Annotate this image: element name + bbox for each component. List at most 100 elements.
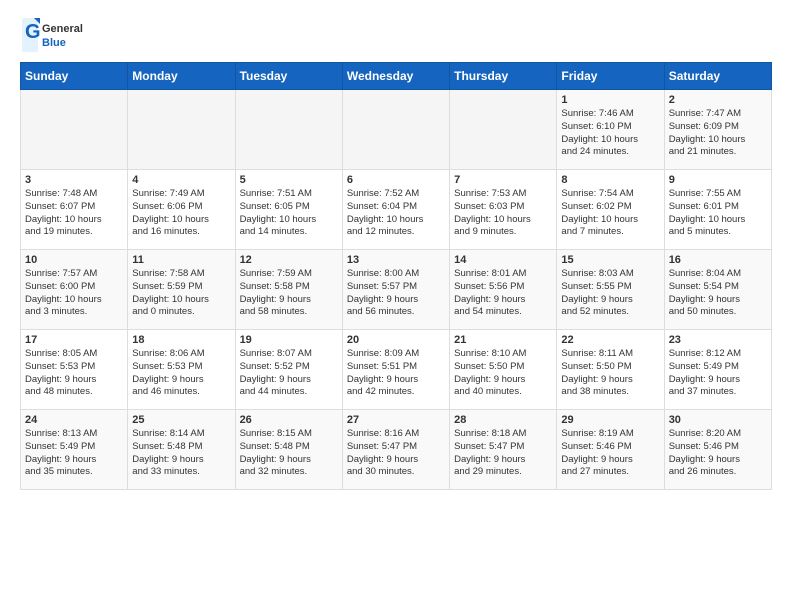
logo: General Blue G <box>20 16 90 54</box>
calendar-cell: 12Sunrise: 7:59 AMSunset: 5:58 PMDayligh… <box>235 250 342 330</box>
weekday-header-thursday: Thursday <box>450 63 557 90</box>
day-number: 30 <box>669 414 767 426</box>
weekday-header-tuesday: Tuesday <box>235 63 342 90</box>
day-info: Sunrise: 8:12 AMSunset: 5:49 PMDaylight:… <box>669 348 741 397</box>
calendar-cell: 6 Sunrise: 7:52 AMSunset: 6:04 PMDaylight… <box>342 170 449 250</box>
day-info: Sunrise: 7:47 AMSunset: 6:09 PMDaylight:… <box>669 108 746 157</box>
day-number: 18 <box>132 334 230 346</box>
day-info: Sunrise: 7:55 AMSunset: 6:01 PMDaylight:… <box>669 188 746 237</box>
calendar-cell: 26 Sunrise: 8:15 AMSunset: 5:48 PMDayligh… <box>235 410 342 490</box>
weekday-header-sunday: Sunday <box>21 63 128 90</box>
day-info: Sunrise: 7:48 AMSunset: 6:07 PMDaylight:… <box>25 188 102 237</box>
weekday-header-monday: Monday <box>128 63 235 90</box>
day-info: Sunrise: 7:54 AMSunset: 6:02 PMDaylight:… <box>561 188 638 237</box>
week-row-1: 1 Sunrise: 7:46 AMSunset: 6:10 PMDaylight… <box>21 90 772 170</box>
calendar-cell: 29 Sunrise: 8:19 AMSunset: 5:46 PMDayligh… <box>557 410 664 490</box>
day-number: 11 <box>132 254 230 266</box>
week-row-2: 3 Sunrise: 7:48 AMSunset: 6:07 PMDaylight… <box>21 170 772 250</box>
calendar-cell <box>128 90 235 170</box>
day-info: Sunrise: 8:10 AMSunset: 5:50 PMDaylight:… <box>454 348 526 397</box>
day-number: 28 <box>454 414 552 426</box>
calendar-cell: 19 Sunrise: 8:07 AMSunset: 5:52 PMDayligh… <box>235 330 342 410</box>
calendar-cell: 14Sunrise: 8:01 AMSunset: 5:56 PMDayligh… <box>450 250 557 330</box>
day-number: 10 <box>25 254 123 266</box>
day-info: Sunrise: 7:52 AMSunset: 6:04 PMDaylight:… <box>347 188 424 237</box>
day-info: Sunrise: 8:07 AMSunset: 5:52 PMDaylight:… <box>240 348 312 397</box>
day-info: Sunrise: 7:59 AMSunset: 5:58 PMDaylight:… <box>240 268 312 317</box>
calendar-cell <box>21 90 128 170</box>
calendar-cell: 22 Sunrise: 8:11 AMSunset: 5:50 PMDayligh… <box>557 330 664 410</box>
calendar-cell: 2 Sunrise: 7:47 AMSunset: 6:09 PMDaylight… <box>664 90 771 170</box>
calendar-cell: 16Sunrise: 8:04 AMSunset: 5:54 PMDayligh… <box>664 250 771 330</box>
day-info: Sunrise: 8:09 AMSunset: 5:51 PMDaylight:… <box>347 348 419 397</box>
calendar-cell: 18Sunrise: 8:06 AMSunset: 5:53 PMDayligh… <box>128 330 235 410</box>
weekday-header-friday: Friday <box>557 63 664 90</box>
calendar-cell: 8 Sunrise: 7:54 AMSunset: 6:02 PMDaylight… <box>557 170 664 250</box>
calendar-cell: 11 Sunrise: 7:58 AMSunset: 5:59 PMDayligh… <box>128 250 235 330</box>
day-number: 21 <box>454 334 552 346</box>
calendar-cell: 3 Sunrise: 7:48 AMSunset: 6:07 PMDaylight… <box>21 170 128 250</box>
day-number: 3 <box>25 174 123 186</box>
day-number: 15 <box>561 254 659 266</box>
day-info: Sunrise: 8:13 AMSunset: 5:49 PMDaylight:… <box>25 428 97 477</box>
day-number: 6 <box>347 174 445 186</box>
day-info: Sunrise: 7:49 AMSunset: 6:06 PMDaylight:… <box>132 188 209 237</box>
header-row: SundayMondayTuesdayWednesdayThursdayFrid… <box>21 63 772 90</box>
calendar-cell <box>235 90 342 170</box>
day-number: 24 <box>25 414 123 426</box>
day-info: Sunrise: 8:03 AMSunset: 5:55 PMDaylight:… <box>561 268 633 317</box>
page: General Blue G SundayMondayTuesdayWednes… <box>0 0 792 500</box>
day-info: Sunrise: 8:14 AMSunset: 5:48 PMDaylight:… <box>132 428 204 477</box>
calendar-cell: 9 Sunrise: 7:55 AMSunset: 6:01 PMDaylight… <box>664 170 771 250</box>
day-number: 25 <box>132 414 230 426</box>
calendar-cell: 30 Sunrise: 8:20 AMSunset: 5:46 PMDayligh… <box>664 410 771 490</box>
day-info: Sunrise: 8:11 AMSunset: 5:50 PMDaylight:… <box>561 348 633 397</box>
day-number: 29 <box>561 414 659 426</box>
week-row-4: 17Sunrise: 8:05 AMSunset: 5:53 PMDayligh… <box>21 330 772 410</box>
day-info: Sunrise: 7:58 AMSunset: 5:59 PMDaylight:… <box>132 268 209 317</box>
day-number: 13 <box>347 254 445 266</box>
day-info: Sunrise: 8:20 AMSunset: 5:46 PMDaylight:… <box>669 428 741 477</box>
week-row-5: 24 Sunrise: 8:13 AMSunset: 5:49 PMDayligh… <box>21 410 772 490</box>
day-number: 9 <box>669 174 767 186</box>
calendar-cell: 17Sunrise: 8:05 AMSunset: 5:53 PMDayligh… <box>21 330 128 410</box>
day-number: 22 <box>561 334 659 346</box>
calendar-cell: 5Sunrise: 7:51 AMSunset: 6:05 PMDaylight… <box>235 170 342 250</box>
calendar-cell: 23Sunrise: 8:12 AMSunset: 5:49 PMDayligh… <box>664 330 771 410</box>
calendar-cell <box>342 90 449 170</box>
calendar-cell: 4 Sunrise: 7:49 AMSunset: 6:06 PMDaylight… <box>128 170 235 250</box>
calendar-cell: 7Sunrise: 7:53 AMSunset: 6:03 PMDaylight… <box>450 170 557 250</box>
calendar-cell: 13 Sunrise: 8:00 AMSunset: 5:57 PMDayligh… <box>342 250 449 330</box>
calendar-cell: 27Sunrise: 8:16 AMSunset: 5:47 PMDayligh… <box>342 410 449 490</box>
day-info: Sunrise: 7:46 AMSunset: 6:10 PMDaylight:… <box>561 108 638 157</box>
day-info: Sunrise: 8:05 AMSunset: 5:53 PMDaylight:… <box>25 348 97 397</box>
day-number: 4 <box>132 174 230 186</box>
day-number: 20 <box>347 334 445 346</box>
calendar-cell: 15 Sunrise: 8:03 AMSunset: 5:55 PMDayligh… <box>557 250 664 330</box>
day-number: 7 <box>454 174 552 186</box>
day-number: 8 <box>561 174 659 186</box>
svg-text:Blue: Blue <box>42 37 66 49</box>
weekday-header-saturday: Saturday <box>664 63 771 90</box>
day-info: Sunrise: 8:00 AMSunset: 5:57 PMDaylight:… <box>347 268 419 317</box>
day-info: Sunrise: 7:51 AMSunset: 6:05 PMDaylight:… <box>240 188 317 237</box>
day-number: 2 <box>669 94 767 106</box>
week-row-3: 10 Sunrise: 7:57 AMSunset: 6:00 PMDayligh… <box>21 250 772 330</box>
calendar-table: SundayMondayTuesdayWednesdayThursdayFrid… <box>20 62 772 490</box>
day-number: 16 <box>669 254 767 266</box>
calendar-cell: 25 Sunrise: 8:14 AMSunset: 5:48 PMDayligh… <box>128 410 235 490</box>
logo-svg: General Blue G <box>20 16 90 54</box>
day-number: 19 <box>240 334 338 346</box>
svg-text:General: General <box>42 23 83 35</box>
day-info: Sunrise: 8:18 AMSunset: 5:47 PMDaylight:… <box>454 428 526 477</box>
calendar-cell: 21 Sunrise: 8:10 AMSunset: 5:50 PMDayligh… <box>450 330 557 410</box>
day-number: 26 <box>240 414 338 426</box>
day-info: Sunrise: 8:15 AMSunset: 5:48 PMDaylight:… <box>240 428 312 477</box>
day-number: 14 <box>454 254 552 266</box>
svg-text:G: G <box>25 21 41 43</box>
calendar-cell: 1 Sunrise: 7:46 AMSunset: 6:10 PMDaylight… <box>557 90 664 170</box>
day-number: 1 <box>561 94 659 106</box>
day-info: Sunrise: 8:19 AMSunset: 5:46 PMDaylight:… <box>561 428 633 477</box>
day-info: Sunrise: 7:57 AMSunset: 6:00 PMDaylight:… <box>25 268 102 317</box>
calendar-cell: 24 Sunrise: 8:13 AMSunset: 5:49 PMDayligh… <box>21 410 128 490</box>
